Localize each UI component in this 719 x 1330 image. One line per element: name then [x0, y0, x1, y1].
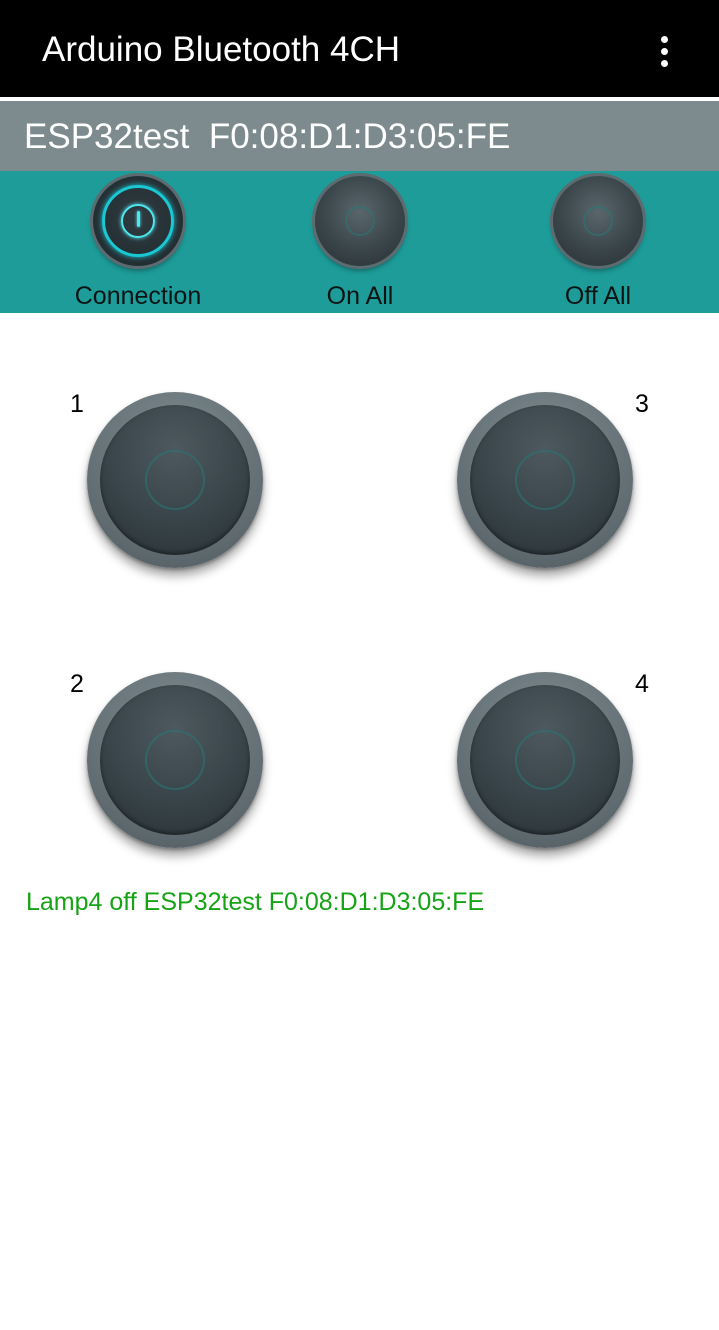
knob-ring [515, 450, 575, 510]
device-name-address: ESP32test F0:08:D1:D3:05:FE [24, 117, 511, 156]
menu-dot [661, 60, 668, 67]
control-bar: Connection On All Off All [0, 171, 719, 313]
knob-ring [145, 730, 205, 790]
lamp-4-button[interactable] [435, 660, 655, 880]
lamp-2-button[interactable] [65, 660, 285, 880]
menu-dot [661, 36, 668, 43]
on-all-button[interactable]: On All [260, 171, 460, 313]
off-all-button[interactable]: Off All [498, 171, 698, 313]
more-vert-icon[interactable] [640, 24, 690, 76]
lamp-3-button[interactable] [435, 380, 655, 600]
on-all-label: On All [326, 282, 394, 310]
power-line [136, 211, 140, 227]
knob-icon [315, 176, 405, 266]
knob-face [470, 405, 620, 555]
off-all-label: Off All [564, 282, 632, 310]
knob-face [100, 685, 250, 835]
device-bar: ESP32test F0:08:D1:D3:05:FE [0, 101, 719, 171]
knob-icon [457, 392, 633, 568]
knob-face [100, 405, 250, 555]
connection-label: Connection [74, 282, 202, 310]
knob-face [470, 685, 620, 835]
menu-dot [661, 48, 668, 55]
knob-ring [515, 730, 575, 790]
knob-ring [345, 206, 375, 236]
lamp-1-button[interactable] [65, 380, 285, 600]
knob-icon [87, 672, 263, 848]
knob-icon [87, 392, 263, 568]
knob-ring [145, 450, 205, 510]
connection-button[interactable]: Connection [38, 171, 238, 313]
status-message: Lamp4 off ESP32test F0:08:D1:D3:05:FE [26, 888, 485, 916]
power-icon [93, 176, 183, 266]
knob-icon [457, 672, 633, 848]
app-title: Arduino Bluetooth 4CH [42, 30, 400, 69]
knob-ring [583, 206, 613, 236]
knob-icon [553, 176, 643, 266]
app-bar: Arduino Bluetooth 4CH [0, 0, 719, 97]
